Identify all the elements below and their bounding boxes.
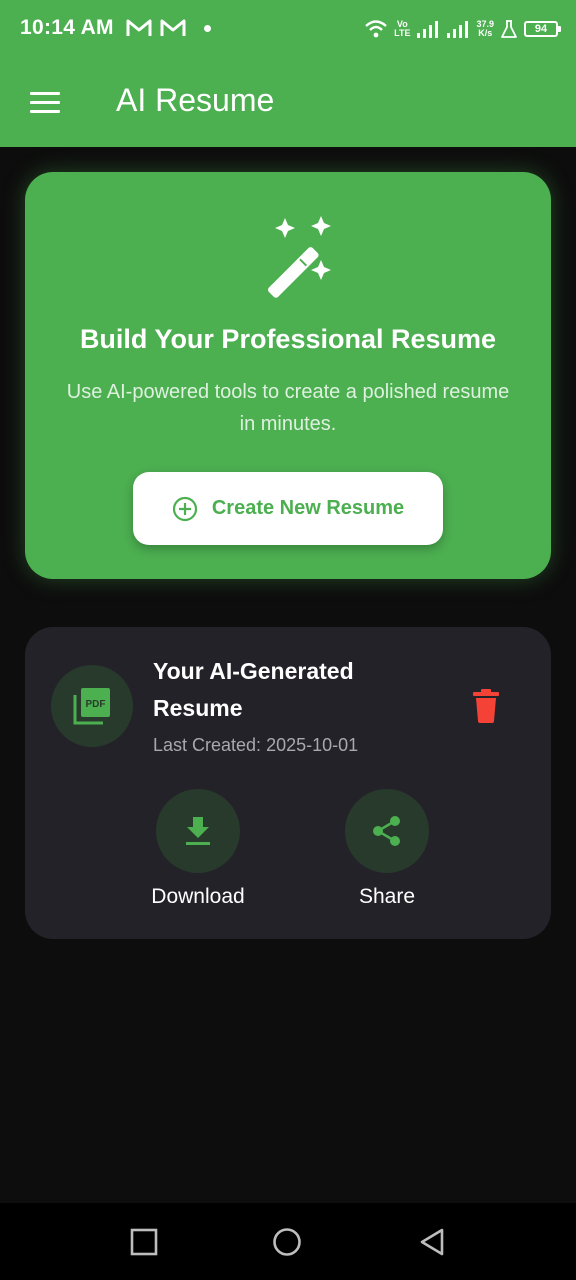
- trash-icon[interactable]: [471, 689, 501, 723]
- add-circle-icon: [172, 496, 197, 521]
- network-speed: 37.9 K/s: [476, 19, 494, 38]
- battery-icon: 94: [524, 21, 561, 37]
- create-new-resume-label: Create New Resume: [211, 497, 405, 519]
- gmail-icon: [160, 19, 186, 36]
- back-triangle-icon[interactable]: [418, 1227, 448, 1257]
- resume-date: Last Created: 2025-10-01: [153, 735, 359, 755]
- create-new-resume-button[interactable]: Create New Resume: [133, 472, 443, 545]
- hamburger-menu-icon[interactable]: [30, 92, 60, 114]
- download-icon: [186, 817, 210, 845]
- resume-title: Your AI-Generated Resume: [153, 658, 354, 721]
- pdf-badge: PDF: [51, 665, 133, 747]
- hero-card: Build Your Professional Resume Use AI-po…: [25, 172, 551, 579]
- status-icons: Vo LTE 37.9 K/s 94: [364, 14, 561, 44]
- signal-icon: [447, 21, 469, 38]
- app-bar: AI Resume: [0, 60, 576, 147]
- app-title: AI Resume: [116, 82, 275, 118]
- hero-subtitle: Use AI-powered tools to create a polishe…: [66, 381, 510, 435]
- status-time: 10:14 AM: [20, 16, 114, 39]
- pdf-icon: PDF: [73, 688, 110, 725]
- volte-indicator: Vo LTE: [394, 19, 411, 38]
- top-bar: 10:14 AM Vo LTE 37.9 K/s 94 AI Resume: [0, 0, 576, 147]
- download-label: Download: [151, 885, 245, 908]
- status-bar: 10:14 AM Vo LTE 37.9 K/s 94: [0, 0, 576, 60]
- share-label: Share: [358, 885, 416, 908]
- magic-wand-icon: [268, 216, 331, 298]
- system-nav-bar: [0, 1203, 576, 1280]
- hero-title: Build Your Professional Resume: [79, 324, 497, 354]
- share-icon: [373, 816, 400, 846]
- recents-square-icon[interactable]: [129, 1227, 159, 1257]
- signal-icon: [417, 21, 439, 38]
- home-circle-icon[interactable]: [272, 1227, 302, 1257]
- notification-dot: [204, 25, 211, 32]
- share-button[interactable]: Share: [317, 789, 457, 909]
- svg-text:PDF: PDF: [86, 699, 106, 710]
- gmail-icon: [126, 19, 152, 36]
- flask-icon: [501, 20, 517, 38]
- wifi-icon: [365, 20, 387, 38]
- download-button[interactable]: Download: [128, 789, 268, 909]
- resume-card: PDF Your AI-Generated Resume Last Create…: [25, 627, 551, 939]
